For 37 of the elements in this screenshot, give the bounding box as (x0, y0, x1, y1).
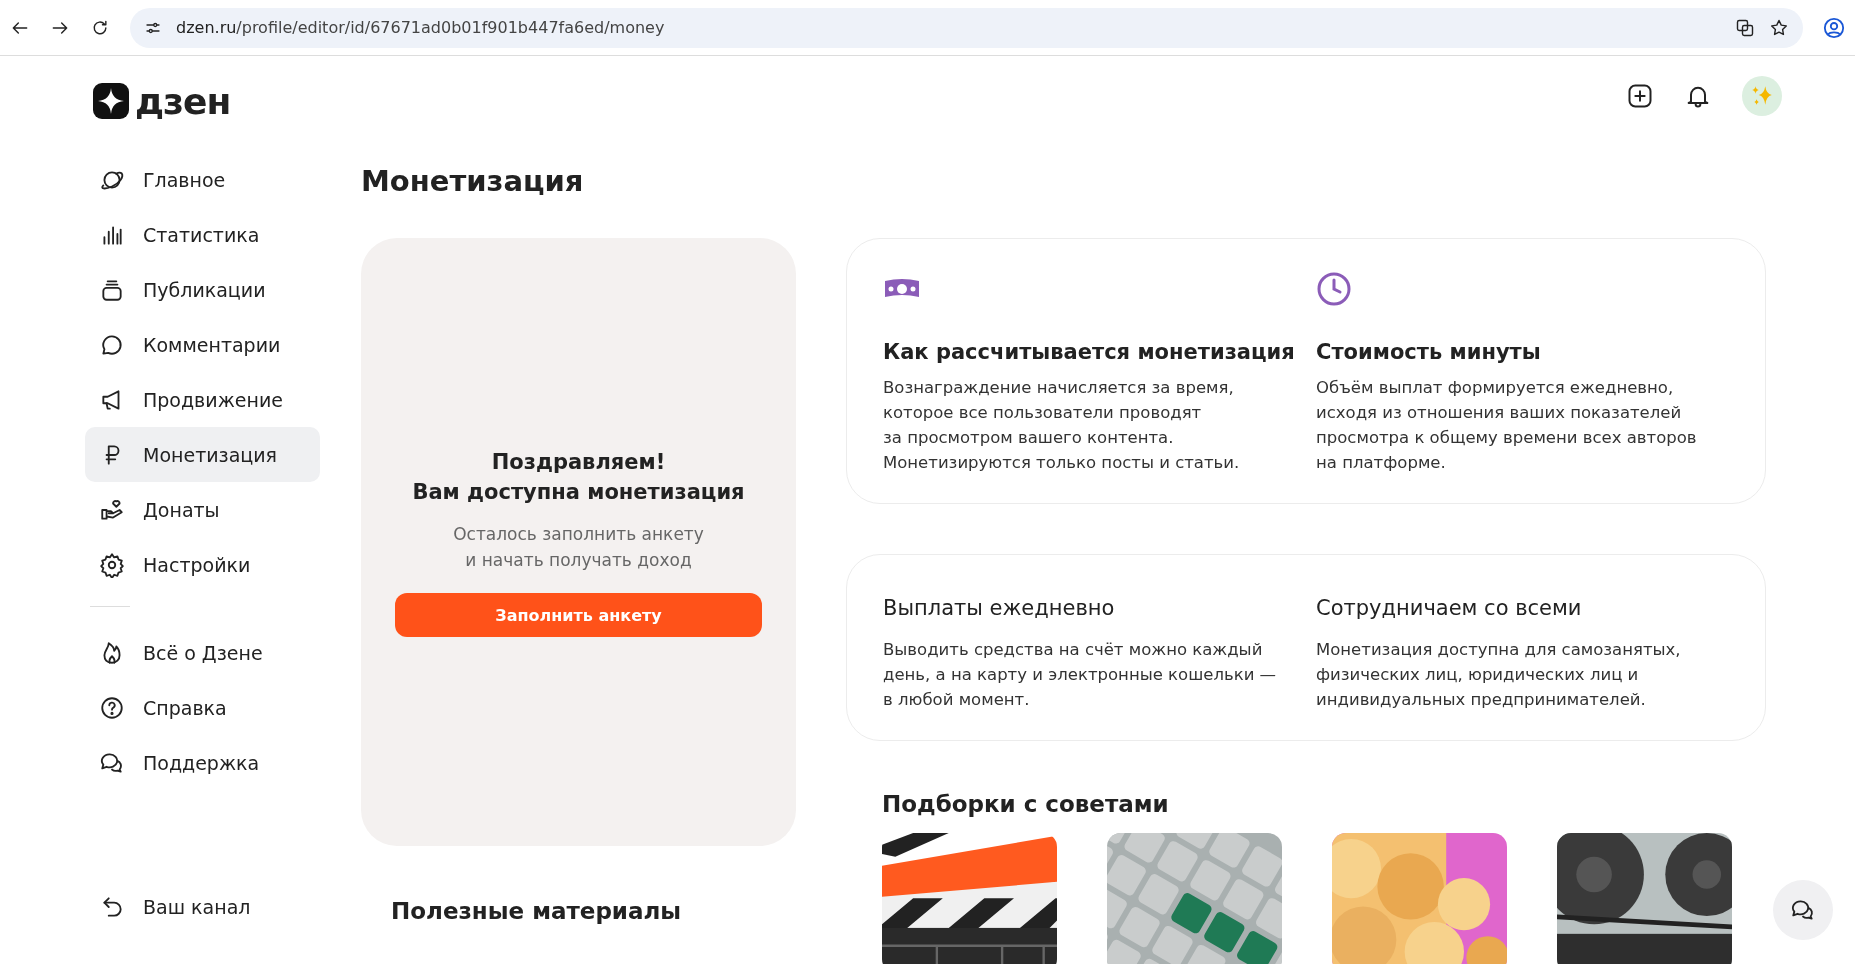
sidebar-item[interactable]: Комментарии (85, 317, 320, 372)
settings-icon (99, 551, 125, 578)
sidebar-item[interactable]: Статистика (85, 207, 320, 262)
card-title: Выплаты ежедневно (883, 595, 1115, 622)
address-bar[interactable]: dzen.ru/profile/editor/id/67671ad0b01f901b447fa6ed/money (130, 7, 1803, 48)
section-title: Подборки с советами (882, 791, 1170, 817)
add-icon (1626, 82, 1654, 110)
card-text: Выводить средства на счёт можно каждый день, а на карту и электронные кошельки — в любой момент. (883, 639, 1277, 711)
sidebar-item[interactable]: Донаты (85, 482, 320, 537)
url-text: dzen.ru/profile/editor/id/67671ad0b01f901b447fa6ed/money (176, 18, 665, 37)
star-icon (1769, 17, 1789, 38)
promo-title: Поздравляем! Вам доступна монетизация (412, 449, 745, 506)
translate-icon (1735, 17, 1755, 38)
card-title: Как рассчитывается монетизация (883, 339, 1295, 366)
card-title: Стоимость минуты (1316, 339, 1541, 366)
card-text: Монетизация доступна для самозанятых, физических лиц, юридических лиц и индивидуальных предпринимателей. (1316, 639, 1681, 711)
section-title: Полезные материалы (391, 898, 683, 924)
sidebar-item[interactable]: Монетизация (85, 427, 320, 482)
logo-text[interactable]: дзен (135, 80, 231, 122)
card-text: Вознаграждение начисляется за время, которое все пользователи проводят за просмотром вашего контента. Монетизируются только посты и статьи. (883, 377, 1240, 474)
card-text: Объём выплат формируется ежедневно, исходя из отношения ваших показателей просмотра к общему времени всех авторов на платформе. (1316, 377, 1697, 474)
sidebar-item[interactable]: Справка (85, 680, 320, 735)
sidebar-item[interactable]: Всё о Дзене (85, 625, 320, 680)
page-title: Монетизация (361, 164, 585, 198)
promo-text: Осталось заполнить анкету и начать получать доход (453, 523, 704, 572)
help-icon (99, 694, 125, 721)
sidebar-item[interactable]: Поддержка (85, 735, 320, 790)
logo-icon[interactable] (93, 83, 129, 119)
channel-link[interactable]: Ваш канал (85, 879, 320, 934)
clock-icon (1316, 271, 1352, 307)
sidebar-item[interactable]: Настройки (85, 537, 320, 592)
chat-icon (1790, 897, 1816, 923)
sidebar-item[interactable]: Главное (85, 152, 320, 207)
card-title: Сотрудничаем со всеми (1316, 595, 1582, 622)
profile-icon[interactable] (1823, 16, 1845, 39)
sidebar-item[interactable]: Продвижение (85, 372, 320, 427)
sidebar-item[interactable]: Публикации (85, 262, 320, 317)
